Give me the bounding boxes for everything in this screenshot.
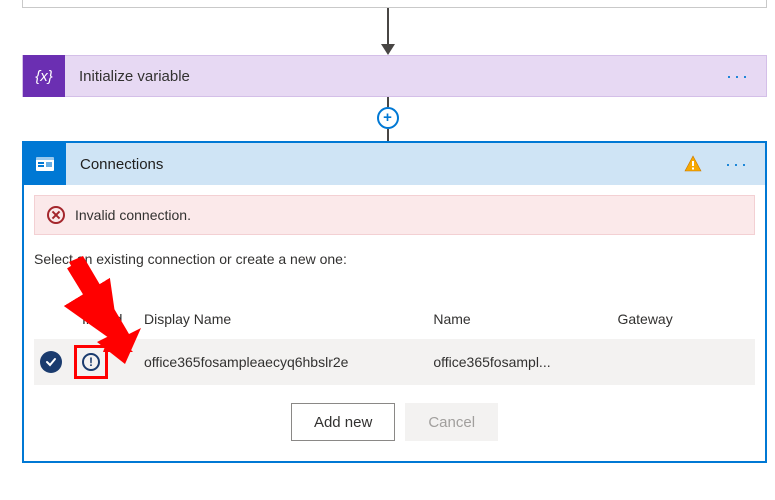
col-header-invalid: Invalid: [82, 311, 144, 327]
flow-arrow-icon: [381, 8, 395, 55]
col-header-gateway: Gateway: [617, 311, 749, 327]
error-icon: [47, 206, 65, 224]
card-title: Connections: [66, 156, 683, 173]
card-title: Initialize variable: [65, 68, 710, 85]
col-header-display-name: Display Name: [144, 311, 433, 327]
error-banner: Invalid connection.: [34, 195, 755, 235]
cancel-button: Cancel: [405, 403, 498, 441]
table-header: Invalid Display Name Name Gateway: [34, 299, 755, 339]
instruction-text: Select an existing connection or create …: [24, 235, 765, 275]
more-menu-button[interactable]: ···: [710, 66, 766, 87]
cell-display-name: office365fosampleaecyq6hbslr2e: [144, 354, 433, 370]
add-new-button[interactable]: Add new: [291, 403, 395, 441]
connector-icon: [24, 143, 66, 185]
error-text: Invalid connection.: [75, 207, 191, 223]
add-step-button[interactable]: +: [377, 107, 399, 129]
more-menu-button[interactable]: ···: [709, 154, 765, 175]
warning-icon: [683, 154, 703, 174]
add-step-connector: +: [377, 97, 399, 141]
table-row[interactable]: ! office365fosampleaecyq6hbslr2e office3…: [34, 339, 755, 385]
button-row: Add new Cancel: [24, 385, 765, 461]
invalid-icon: !: [82, 353, 100, 371]
previous-step-stub: [22, 0, 767, 8]
cell-name: office365fosampl...: [433, 354, 617, 370]
connections-header[interactable]: Connections ···: [24, 143, 765, 185]
initialize-variable-card[interactable]: {x} Initialize variable ···: [22, 55, 767, 97]
col-header-name: Name: [433, 311, 617, 327]
select-connection-radio[interactable]: [40, 351, 62, 373]
variable-icon: {x}: [23, 55, 65, 97]
connections-card: Connections ··· Invalid connection. Sele…: [22, 141, 767, 463]
connections-table: Invalid Display Name Name Gateway ! offi…: [24, 299, 765, 385]
